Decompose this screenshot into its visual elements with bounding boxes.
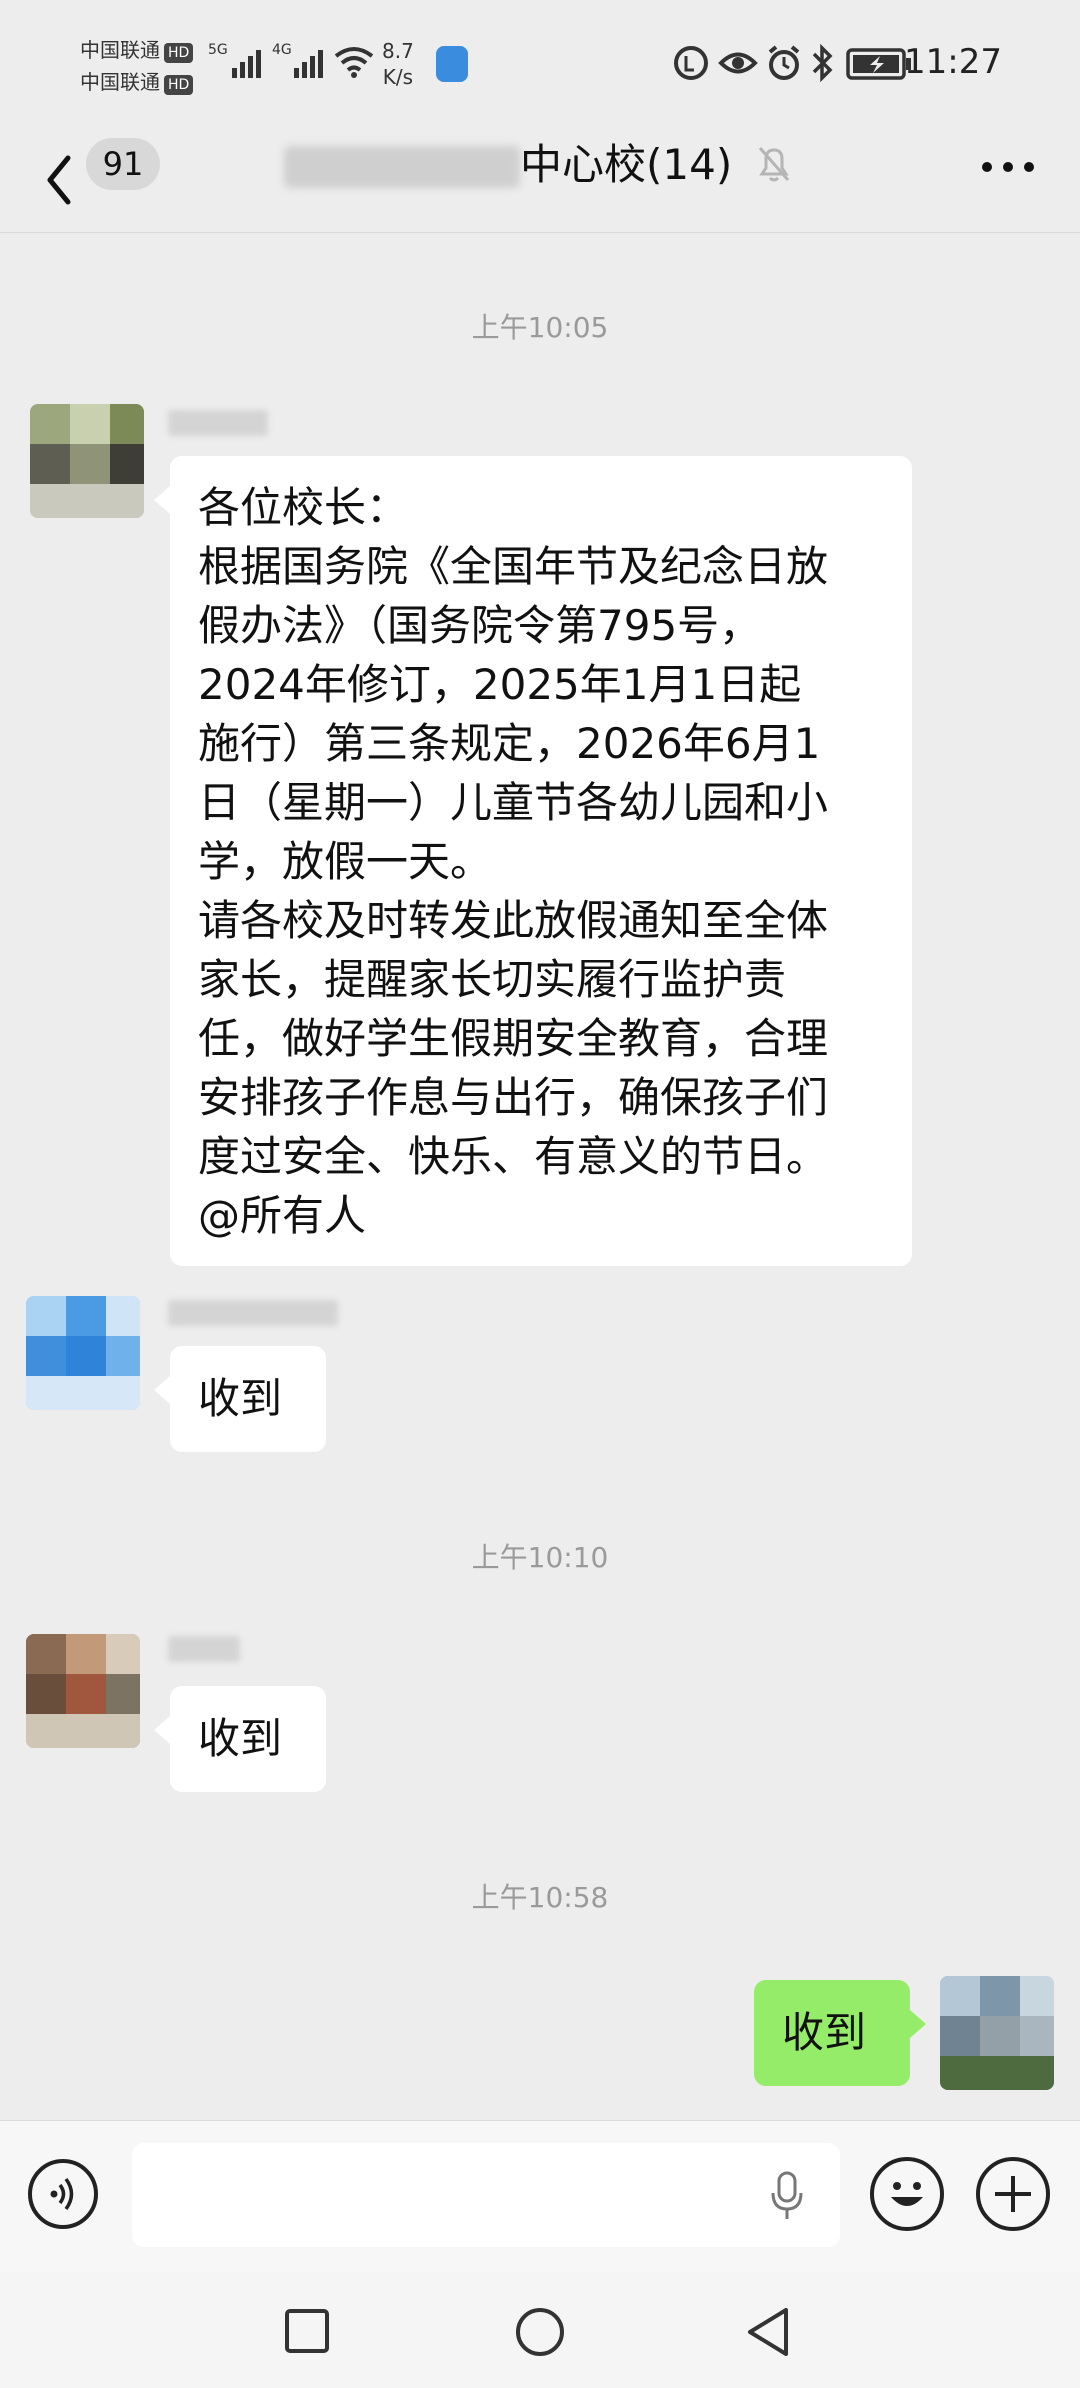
- carrier-info: 中国联通 HD 中国联通 HD: [80, 34, 194, 98]
- mute-bell-icon: [758, 147, 790, 182]
- carrier-1-label: 中国联通: [80, 38, 160, 62]
- mention-all: @所有人: [198, 1191, 367, 1240]
- chat-title: 中心校(14): [520, 140, 733, 189]
- signal-bars-icon: [232, 38, 261, 78]
- message-line: 施行）第三条规定，2026年6月1: [198, 719, 821, 768]
- signal-4g-label: 4G: [272, 42, 292, 58]
- microphone-icon[interactable]: [770, 2171, 804, 2221]
- unread-count-badge[interactable]: 91: [86, 138, 160, 190]
- hd-badge-1: HD: [164, 43, 194, 63]
- message-text: 收到: [198, 1714, 283, 1763]
- status-bar: 中国联通 HD 中国联通 HD 5G 4G 8.7 K/s 11:27: [0, 0, 1080, 128]
- message-line: 请各校及时转发此放假通知至全体: [198, 896, 829, 945]
- eye-icon: [718, 52, 758, 74]
- notice-message-bubble[interactable]: 各位校长： 根据国务院《全国年节及纪念日放 假办法》（国务院令第795号， 20…: [154, 456, 912, 1266]
- battery-icon: [846, 48, 911, 80]
- message-line: 根据国务院《全国年节及纪念日放: [198, 542, 829, 591]
- avatar[interactable]: [26, 1296, 140, 1410]
- message-line: 家长，提醒家长切实履行监护责: [198, 955, 787, 1004]
- message-line: 学，放假一天。: [198, 837, 493, 886]
- bluetooth-icon: [812, 44, 833, 82]
- voice-icon[interactable]: [28, 2159, 98, 2229]
- recents-square-icon[interactable]: [284, 2308, 330, 2354]
- message-bubble[interactable]: 收到: [154, 1686, 326, 1792]
- message-line: 2024年修订，2025年1月1日起: [198, 660, 802, 709]
- app-notification-icon: [436, 46, 468, 82]
- alarm-icon: [768, 45, 800, 80]
- plus-icon[interactable]: [976, 2157, 1050, 2231]
- timestamp: 上午10:10: [471, 1541, 609, 1574]
- net-speed: 8.7 K/s: [382, 38, 414, 90]
- message-input[interactable]: [132, 2143, 840, 2247]
- clock: 11:27: [904, 42, 1002, 82]
- sender-name-redacted: [168, 410, 268, 436]
- sender-name-redacted: [168, 1300, 338, 1326]
- avatar[interactable]: [26, 1634, 140, 1748]
- more-dots-icon[interactable]: [980, 160, 1036, 174]
- message-text: 收到: [782, 2008, 867, 2057]
- message-bubble[interactable]: 收到: [154, 1346, 326, 1452]
- sender-name-redacted: [168, 1636, 240, 1662]
- system-nav-bar: [0, 2272, 1080, 2388]
- message-line: 度过安全、快乐、有意义的节日。: [198, 1132, 829, 1181]
- net-speed-unit: K/s: [382, 65, 414, 89]
- signal-bars-2-icon: [294, 38, 323, 78]
- avatar[interactable]: [30, 404, 144, 518]
- back-triangle-icon[interactable]: [744, 2306, 792, 2358]
- my-avatar[interactable]: [940, 1976, 1054, 2090]
- signal-5g-label: 5G: [208, 42, 228, 58]
- message-line: 安排孩子作息与出行，确保孩子们: [198, 1073, 829, 1122]
- input-bar: [0, 2120, 1080, 2273]
- carrier-2-label: 中国联通: [80, 70, 160, 94]
- my-message-bubble[interactable]: 收到: [754, 1980, 926, 2086]
- home-circle-icon[interactable]: [514, 2306, 566, 2358]
- message-line: 假办法》（国务院令第795号，: [198, 601, 762, 650]
- message-line: 日（星期一）儿童节各幼儿园和小: [198, 778, 829, 827]
- message-text: 收到: [198, 1374, 283, 1423]
- emoji-icon[interactable]: [870, 2157, 944, 2231]
- message-line: 任，做好学生假期安全教育，合理: [198, 1014, 829, 1063]
- data-saver-icon: [674, 46, 708, 80]
- timestamp: 上午10:58: [471, 1881, 609, 1914]
- hd-badge-2: HD: [164, 75, 194, 95]
- message-line: 各位校长：: [198, 483, 409, 532]
- title-redacted: [284, 146, 520, 188]
- net-speed-value: 8.7: [382, 39, 414, 63]
- timestamp: 上午10:05: [471, 311, 609, 344]
- wifi-icon: [334, 47, 374, 78]
